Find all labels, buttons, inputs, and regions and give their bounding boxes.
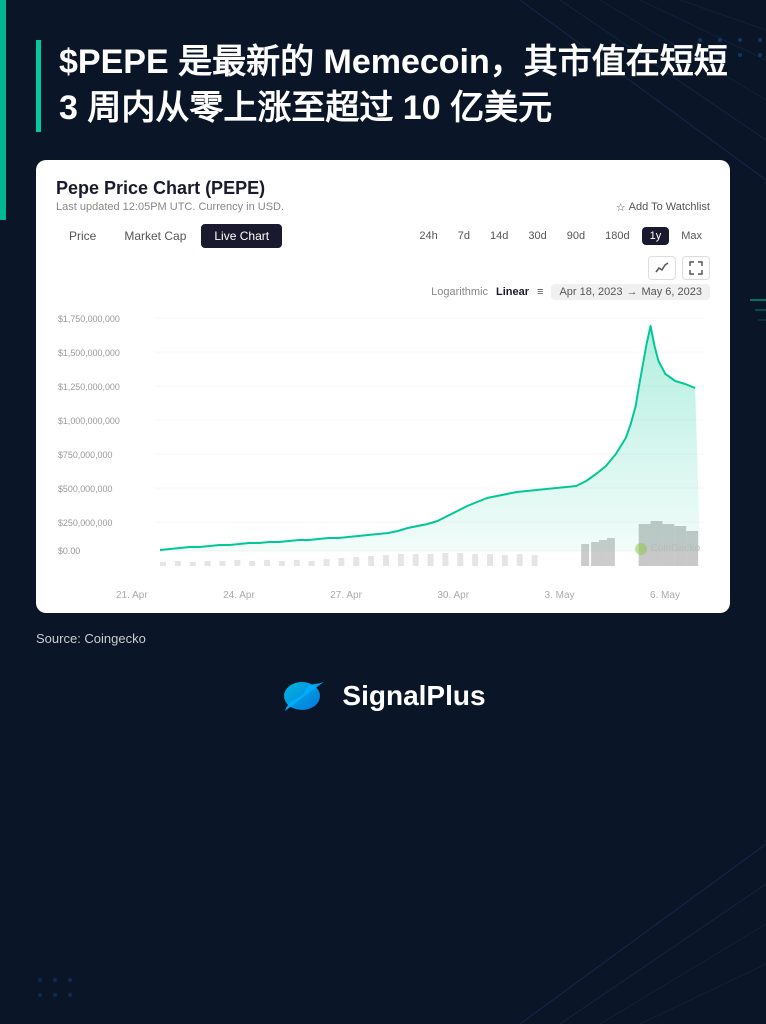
signalplus-logo-icon [280, 676, 330, 716]
logo-text: SignalPlus [342, 680, 485, 712]
arrow-icon: → [626, 286, 637, 298]
svg-text:$750,000,000: $750,000,000 [58, 450, 112, 460]
svg-text:$1,250,000,000: $1,250,000,000 [58, 382, 120, 392]
tabs-left: Price Market Cap Live Chart [56, 224, 282, 248]
time-tab-30d[interactable]: 30d [520, 227, 554, 245]
linear-option[interactable]: Linear [496, 286, 529, 298]
fullscreen-button[interactable] [682, 256, 710, 280]
svg-text:$250,000,000: $250,000,000 [58, 518, 112, 528]
tab-row: Price Market Cap Live Chart 24h 7d 14d 3… [56, 224, 710, 248]
chart-area: $1,750,000,000 $1,500,000,000 $1,250,000… [56, 306, 710, 586]
tab-price[interactable]: Price [56, 224, 109, 248]
date-end: May 6, 2023 [641, 286, 702, 298]
coingecko-watermark: CoinGecko [634, 542, 700, 556]
x-label-6: 6. May [650, 590, 680, 601]
tab-market-cap[interactable]: Market Cap [111, 224, 199, 248]
date-start: Apr 18, 2023 [559, 286, 622, 298]
chart-controls [56, 256, 710, 280]
watchlist-label: Add To Watchlist [629, 201, 710, 213]
logo-row: SignalPlus [36, 676, 730, 716]
star-icon: ☆ [616, 201, 626, 214]
time-tab-7d[interactable]: 7d [450, 227, 478, 245]
svg-text:$1,000,000,000: $1,000,000,000 [58, 416, 120, 426]
svg-text:$1,500,000,000: $1,500,000,000 [58, 348, 120, 358]
chart-title: Pepe Price Chart (PEPE) [56, 178, 710, 199]
time-tab-14d[interactable]: 14d [482, 227, 516, 245]
headline-text: $PEPE 是最新的 Memecoin，其市值在短短 3 周内从零上涨至超过 1… [36, 40, 730, 132]
x-label-4: 30. Apr [437, 590, 469, 601]
svg-text:$500,000,000: $500,000,000 [58, 484, 112, 494]
chart-subtitle-text: Last updated 12:05PM UTC. Currency in US… [56, 201, 284, 213]
x-axis-labels: 21. Apr 24. Apr 27. Apr 30. Apr 3. May 6… [56, 586, 710, 601]
menu-icon[interactable]: ≡ [537, 286, 543, 298]
scale-date-row: Logarithmic Linear ≡ Apr 18, 2023 → May … [56, 284, 710, 300]
x-label-1: 21. Apr [116, 590, 148, 601]
time-tabs: 24h 7d 14d 30d 90d 180d 1y Max [411, 227, 710, 245]
logarithmic-option[interactable]: Logarithmic [431, 286, 488, 298]
chart-card: Pepe Price Chart (PEPE) Last updated 12:… [36, 160, 730, 613]
watchlist-button[interactable]: ☆ Add To Watchlist [616, 201, 710, 214]
time-tab-24h[interactable]: 24h [411, 227, 445, 245]
tab-live-chart[interactable]: Live Chart [201, 224, 282, 248]
time-tab-1y[interactable]: 1y [642, 227, 670, 245]
svg-text:$0.00: $0.00 [58, 546, 80, 556]
x-label-5: 3. May [545, 590, 575, 601]
x-label-2: 24. Apr [223, 590, 255, 601]
source-text: Source: Coingecko [36, 631, 730, 646]
time-tab-max[interactable]: Max [673, 227, 710, 245]
time-tab-90d[interactable]: 90d [559, 227, 593, 245]
line-chart-button[interactable] [648, 256, 676, 280]
svg-text:$1,750,000,000: $1,750,000,000 [58, 314, 120, 324]
x-label-3: 27. Apr [330, 590, 362, 601]
date-range: Apr 18, 2023 → May 6, 2023 [551, 284, 710, 300]
time-tab-180d[interactable]: 180d [597, 227, 637, 245]
